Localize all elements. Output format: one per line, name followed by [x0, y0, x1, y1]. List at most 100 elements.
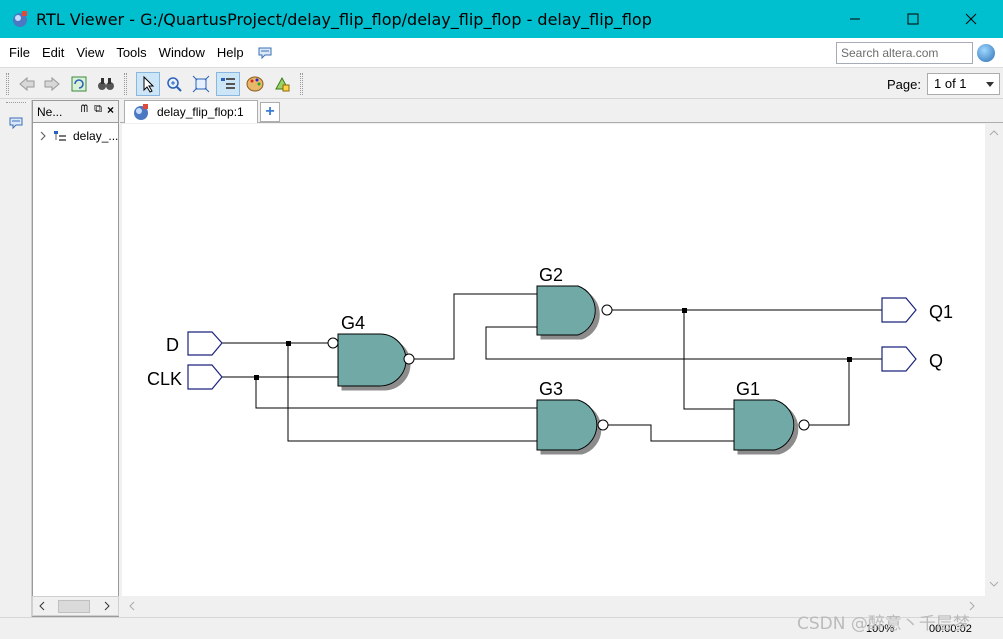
page-select[interactable]: 1 of 1: [927, 73, 1000, 95]
search-input[interactable]: Search altera.com: [836, 42, 973, 64]
gate-label-g3: G3: [539, 379, 563, 399]
menu-file[interactable]: File: [4, 45, 35, 60]
junction-dot: [682, 308, 687, 313]
fit-window-button[interactable]: [189, 72, 213, 96]
fit-in-window-icon: [192, 75, 210, 93]
dock-grip[interactable]: [6, 102, 26, 103]
toolbar-grip[interactable]: [6, 73, 9, 95]
gate-g2[interactable]: [536, 285, 596, 336]
forward-button[interactable]: [40, 72, 64, 96]
maximize-button[interactable]: [884, 0, 942, 38]
tree-item-delay-flip-flop[interactable]: delay_...: [39, 129, 118, 143]
navigator-title: Ne...: [37, 105, 63, 119]
close-panel-icon[interactable]: ×: [107, 103, 114, 117]
gate-label-g4: G4: [341, 313, 365, 333]
output-port-q[interactable]: [881, 346, 917, 372]
page-label: Page:: [887, 77, 921, 92]
tab-strip: delay_flip_flop:1 +: [120, 100, 1003, 123]
menu-edit[interactable]: Edit: [37, 45, 69, 60]
page-select-value: 1 of 1: [934, 76, 967, 91]
filter-tool-icon: [275, 76, 290, 92]
input-port-d[interactable]: [187, 331, 223, 356]
wire-g1-q: [809, 359, 850, 426]
port-label-d: D: [166, 335, 179, 355]
toolbar-grip[interactable]: [300, 73, 303, 95]
add-tab-button[interactable]: +: [260, 102, 280, 122]
palette-icon: [246, 76, 264, 92]
input-port-clk[interactable]: [187, 364, 223, 390]
binoculars-icon: [98, 78, 114, 90]
junction-dot: [286, 341, 291, 346]
pointer-icon: [143, 75, 155, 93]
chevron-right-icon[interactable]: [39, 131, 47, 141]
pin-icon[interactable]: ᗰ: [81, 104, 88, 115]
refresh-button[interactable]: [67, 72, 91, 96]
schematic-canvas[interactable]: D CLK Q1 Q G4 G2 G3 G1: [122, 124, 986, 596]
find-button[interactable]: [94, 72, 118, 96]
chevron-down-icon: [986, 82, 994, 87]
scroll-up-icon[interactable]: [989, 129, 999, 137]
watermark: CSDN @醉意丶千层梦: [797, 614, 970, 634]
navigator-hscrollbar[interactable]: [32, 596, 119, 616]
tab-delay-flip-flop[interactable]: delay_flip_flop:1: [124, 100, 258, 123]
back-arrow-icon: [19, 76, 35, 92]
side-dock-strip: [0, 100, 32, 639]
gate-label-g2: G2: [539, 265, 563, 285]
gate-g4[interactable]: [337, 333, 407, 387]
forward-arrow-icon: [44, 76, 60, 92]
rtl-viewer-app-icon: [13, 11, 27, 27]
scroll-thumb[interactable]: [58, 600, 90, 613]
scroll-right-icon[interactable]: [103, 601, 111, 611]
hierarchy-list-button[interactable]: [216, 72, 240, 96]
netlist-navigator-panel: Ne... ᗰ ⧉ × delay_...: [32, 100, 119, 617]
scroll-left-icon[interactable]: [128, 601, 136, 611]
feedback-icon[interactable]: [257, 46, 273, 60]
float-icon[interactable]: ⧉: [94, 103, 102, 116]
scroll-left-icon[interactable]: [38, 601, 46, 611]
inverter-bubble: [601, 304, 613, 316]
inverter-bubble: [403, 353, 415, 365]
wire-g3-g1: [608, 424, 734, 442]
selection-tool-button[interactable]: [136, 72, 160, 96]
hierarchy-node-icon: [54, 131, 66, 141]
navigator-header: Ne... ᗰ ⧉ ×: [33, 101, 118, 123]
refresh-icon: [71, 76, 87, 92]
gate-label-g1: G1: [736, 379, 760, 399]
close-icon: [965, 13, 977, 25]
messages-icon[interactable]: [8, 116, 24, 130]
port-label-clk: CLK: [147, 369, 182, 389]
wire-clk-g3: [255, 377, 537, 409]
junction-dot: [254, 375, 259, 380]
window-title: RTL Viewer - G:/QuartusProject/delay_fli…: [36, 9, 652, 29]
gate-g3[interactable]: [536, 399, 598, 451]
globe-icon[interactable]: [977, 44, 995, 62]
output-port-q1[interactable]: [881, 297, 917, 323]
close-button[interactable]: [942, 0, 1000, 38]
tree-item-label: delay_...: [73, 129, 119, 143]
port-label-q1: Q1: [929, 302, 953, 322]
inverter-bubble: [597, 419, 609, 431]
color-settings-button[interactable]: [243, 72, 267, 96]
zoom-tool-button[interactable]: [162, 72, 186, 96]
inverter-bubble: [798, 419, 810, 431]
schematic-svg: D CLK Q1 Q G4 G2 G3 G1: [147, 265, 953, 451]
gate-g1[interactable]: [733, 399, 795, 451]
menu-window[interactable]: Window: [154, 45, 210, 60]
zoom-icon: [167, 77, 182, 92]
canvas-vscrollbar[interactable]: [985, 124, 1003, 596]
netlist-navigator-button[interactable]: [270, 72, 294, 96]
menu-tools[interactable]: Tools: [111, 45, 151, 60]
toolbar: [0, 69, 1003, 99]
hierarchy-list-icon: [221, 78, 235, 89]
menu-view[interactable]: View: [71, 45, 109, 60]
toolbar-grip[interactable]: [124, 73, 127, 95]
menu-help[interactable]: Help: [212, 45, 249, 60]
minimize-button[interactable]: [826, 0, 884, 38]
scroll-down-icon[interactable]: [989, 580, 999, 588]
port-label-q: Q: [929, 351, 943, 371]
rtl-viewer-tab-icon: [134, 104, 148, 120]
maximize-icon: [907, 13, 919, 25]
tab-label: delay_flip_flop:1: [157, 105, 244, 119]
minimize-icon: [850, 18, 860, 20]
back-button[interactable]: [15, 72, 39, 96]
